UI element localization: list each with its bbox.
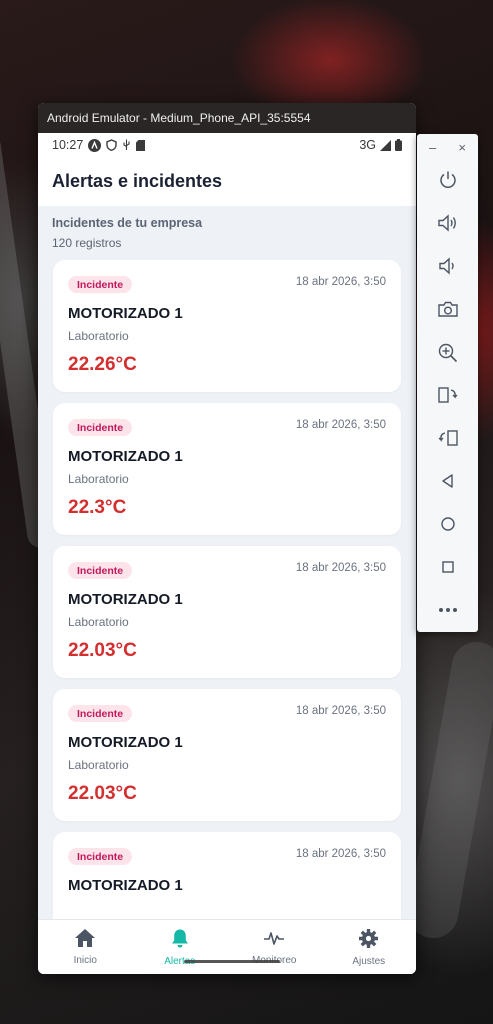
rotate-right-icon (438, 430, 458, 446)
rotate-right-button[interactable] (417, 421, 478, 455)
rotate-left-icon (437, 387, 457, 403)
activity-icon (263, 928, 285, 951)
device-location: Laboratorio (68, 758, 129, 772)
zoom-button[interactable] (417, 335, 478, 369)
page-title: Alertas e incidentes (38, 157, 416, 206)
incident-badge: Incidente (68, 276, 133, 293)
back-button[interactable] (417, 464, 478, 498)
back-triangle-icon (441, 474, 453, 488)
incident-badge: Incidente (68, 562, 133, 579)
overview-button[interactable] (417, 550, 478, 584)
nav-label: Inicio (73, 955, 97, 966)
incident-card[interactable]: Incidente 18 abr 2026, 3:50 MOTORIZADO 1… (53, 546, 401, 678)
incident-card[interactable]: Incidente 18 abr 2026, 3:50 MOTORIZADO 1… (53, 689, 401, 821)
nav-item-monitoreo[interactable]: Monitoreo (227, 920, 322, 974)
gesture-bar[interactable] (184, 960, 280, 963)
shield-icon (106, 139, 117, 151)
phone-screen: 10:27 3G Alertas e incidentes Incidentes… (38, 133, 416, 974)
sd-card-icon (136, 139, 146, 151)
bell-icon (170, 928, 190, 952)
alerts-list[interactable]: Incidentes de tu empresa 120 registros I… (38, 206, 416, 919)
device-name: MOTORIZADO 1 (68, 305, 183, 322)
more-button[interactable] (417, 593, 478, 627)
volume-down-button[interactable] (417, 249, 478, 283)
home-circle-icon (440, 517, 455, 531)
incident-card[interactable]: Incidente 18 abr 2026, 3:50 MOTORIZADO 1… (53, 403, 401, 535)
incident-card[interactable]: Incidente 18 abr 2026, 3:50 MOTORIZADO 1 (53, 832, 401, 919)
temperature-value: 22.03°C (68, 783, 137, 804)
nav-label: Ajustes (352, 955, 386, 967)
incident-date: 18 abr 2026, 3:50 (295, 848, 386, 860)
bottom-navigation: Inicio Alertas Monitoreo Ajustes (38, 919, 416, 974)
status-time: 10:27 (52, 138, 84, 152)
volume-down-icon (438, 257, 454, 275)
nav-item-ajustes[interactable]: Ajustes (322, 920, 417, 974)
incident-date: 18 abr 2026, 3:50 (295, 276, 386, 288)
rotate-left-button[interactable] (417, 378, 478, 412)
incident-card[interactable]: Incidente 18 abr 2026, 3:50 MOTORIZADO 1… (53, 260, 401, 392)
device-name: MOTORIZADO 1 (68, 591, 183, 608)
close-icon[interactable]: × (458, 140, 466, 155)
device-location: Laboratorio (68, 329, 129, 343)
device-location: Laboratorio (68, 615, 129, 629)
incident-date: 18 abr 2026, 3:50 (295, 419, 386, 431)
incident-badge: Incidente (68, 419, 133, 436)
incident-date: 18 abr 2026, 3:50 (295, 705, 386, 717)
home-button[interactable] (417, 507, 478, 541)
zoom-in-icon (438, 343, 458, 362)
section-title: Incidentes de tu empresa (52, 216, 203, 230)
network-type: 3G (359, 138, 376, 152)
power-button[interactable] (417, 163, 478, 197)
emulator-window: Android Emulator - Medium_Phone_API_35:5… (38, 103, 416, 974)
a-badge-icon (88, 138, 102, 152)
device-name: MOTORIZADO 1 (68, 877, 183, 894)
window-title[interactable]: Android Emulator - Medium_Phone_API_35:5… (38, 103, 416, 133)
device-name: MOTORIZADO 1 (68, 448, 183, 465)
temperature-value: 22.03°C (68, 640, 137, 661)
temperature-value: 22.3°C (68, 497, 127, 518)
overview-square-icon (441, 561, 454, 573)
volume-up-icon (437, 214, 456, 232)
nav-item-alertas[interactable]: Alertas (133, 920, 228, 974)
power-icon (439, 171, 456, 188)
emulator-side-toolbar: – × (417, 134, 478, 632)
device-location: Laboratorio (68, 472, 129, 486)
incident-date: 18 abr 2026, 3:50 (295, 562, 386, 574)
more-dots-icon (438, 608, 457, 612)
nav-item-inicio[interactable]: Inicio (38, 920, 133, 974)
incident-badge: Incidente (68, 705, 133, 722)
incident-badge: Incidente (68, 848, 133, 865)
minimize-icon[interactable]: – (429, 140, 436, 155)
status-bar: 10:27 3G (38, 133, 416, 157)
signal-icon (380, 139, 391, 151)
device-name: MOTORIZADO 1 (68, 734, 183, 751)
screenshot-button[interactable] (417, 292, 478, 326)
camera-icon (437, 301, 458, 317)
gear-icon (358, 928, 379, 952)
temperature-value: 22.26°C (68, 354, 137, 375)
home-icon (74, 928, 96, 951)
usb-icon (122, 139, 131, 151)
wallpaper-stroke (404, 637, 493, 943)
records-count: 120 registros (52, 236, 122, 250)
battery-icon (395, 139, 402, 151)
volume-up-button[interactable] (417, 206, 478, 240)
